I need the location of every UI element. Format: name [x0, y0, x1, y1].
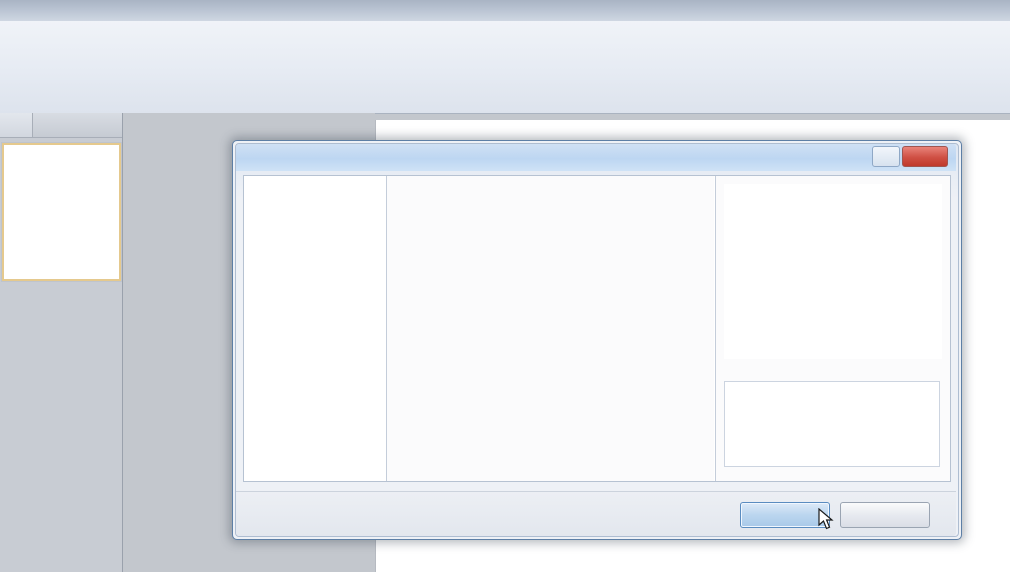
category-list[interactable]: [244, 176, 387, 481]
slide-thumbnail-1[interactable]: [2, 143, 121, 281]
panel-tab-strip: [0, 113, 122, 138]
panel-close-icon[interactable]: [100, 115, 116, 133]
preview-pane: [715, 176, 950, 481]
choose-smartart-graphic-dialog: [232, 140, 962, 540]
layout-gallery[interactable]: [387, 176, 714, 481]
ok-button[interactable]: [740, 502, 830, 528]
ribbon-body: [0, 21, 1010, 114]
dialog-content: [243, 175, 951, 482]
ribbon-tab-strip: [0, 0, 1010, 21]
ribbon: [0, 0, 1010, 114]
preview-diagram: [724, 184, 942, 359]
help-button[interactable]: [872, 146, 900, 167]
mouse-cursor: [818, 508, 834, 530]
preview-description: [724, 381, 940, 467]
cancel-button[interactable]: [840, 502, 930, 528]
dialog-footer: [236, 491, 956, 536]
outline-slides-panel: [0, 113, 123, 572]
dialog-title-bar[interactable]: [236, 144, 956, 171]
close-button[interactable]: [902, 146, 948, 167]
tab-outline[interactable]: [0, 113, 33, 137]
